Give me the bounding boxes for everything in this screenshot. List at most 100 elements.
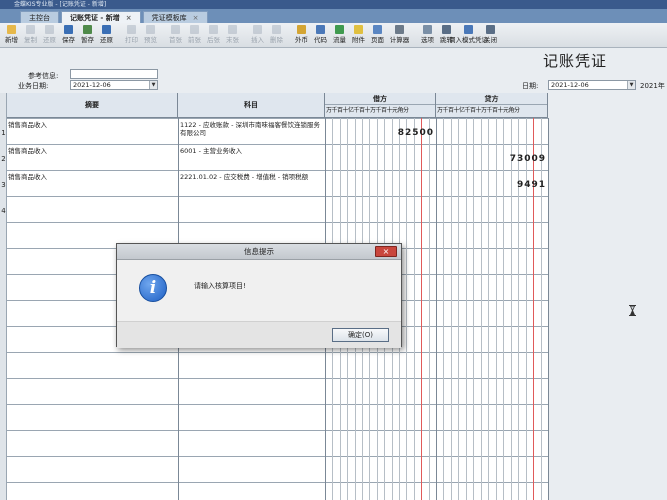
first-icon — [171, 25, 180, 34]
toolbar-button-label: 新增 — [5, 36, 18, 44]
currency-icon — [297, 25, 306, 34]
toolbar-button[interactable]: 页面 — [368, 23, 387, 48]
digit-divider — [533, 118, 534, 500]
toolbar-button-label: 选项 — [421, 36, 434, 44]
attach-icon — [354, 25, 363, 34]
toolbar-button[interactable]: 前张 — [185, 23, 204, 48]
dialog-title-bar: 信息提示 × — [117, 244, 401, 260]
toolbar: 新增 复制 还原 保存 暂存 还原 打印 预览 首张 前张 后张 末张 插入 删除 外币 代码 流量 附件 页面 计算… — [0, 23, 667, 48]
code-icon — [316, 25, 325, 34]
options-icon — [423, 25, 432, 34]
row-number: 2 — [1, 155, 6, 163]
summary-cell[interactable]: 销售商品收入 — [8, 147, 176, 155]
toolbar-button[interactable]: 首张 — [166, 23, 185, 48]
save-icon — [64, 25, 73, 34]
toolbar-button-label: 复制 — [24, 36, 37, 44]
toolbar-button-label: 计算器 — [389, 36, 410, 44]
toolbar-button-label: 预览 — [144, 36, 157, 44]
insert-icon — [253, 25, 262, 34]
col-header-summary: 摘要 — [7, 93, 178, 118]
tab-close-icon[interactable]: × — [193, 14, 199, 22]
chevron-down-icon[interactable]: ▼ — [149, 81, 157, 89]
toolbar-button-label: 附件 — [352, 36, 365, 44]
toolbar-button[interactable]: 删除 — [267, 23, 286, 48]
digit-divider — [421, 118, 422, 500]
toolbar-button[interactable]: 插入 — [248, 23, 267, 48]
tab-close-icon[interactable]: × — [126, 14, 132, 22]
import-template-icon — [464, 25, 473, 34]
calculator-icon — [395, 25, 404, 34]
chevron-down-icon[interactable]: ▼ — [627, 81, 635, 89]
col-header-account: 科目 — [178, 93, 325, 118]
toolbar-button-label: 暂存 — [81, 36, 94, 44]
digit-divider — [481, 118, 482, 500]
account-cell[interactable]: 6001 - 主营业务收入 — [180, 147, 323, 155]
digit-divider — [406, 118, 407, 500]
credit-amount[interactable]: 73009 — [436, 154, 546, 164]
toolbar-button[interactable]: 计算器 — [387, 23, 412, 48]
biz-date-value: 2021-12-06 — [73, 81, 111, 89]
toolbar-button[interactable]: 流量 — [330, 23, 349, 48]
toolbar-button[interactable]: 保存 — [59, 23, 78, 48]
toolbar-button[interactable]: 附件 — [349, 23, 368, 48]
digit-divider — [414, 118, 415, 500]
toolbar-button[interactable]: 代码 — [311, 23, 330, 48]
tab-label: 主控台 — [29, 14, 50, 22]
ref-info-input[interactable] — [70, 69, 158, 79]
jump-icon — [442, 25, 451, 34]
summary-cell[interactable]: 销售商品收入 — [8, 121, 176, 129]
digit-divider — [496, 118, 497, 500]
biz-date-field[interactable]: 2021-12-06 ▼ — [70, 80, 158, 90]
toolbar-button[interactable]: 末张 — [223, 23, 242, 48]
toolbar-button-label: 末张 — [226, 36, 239, 44]
col-header-credit: 贷方 万千百十亿千百十万千百十元角分 — [436, 93, 548, 118]
digit-divider — [526, 118, 527, 500]
tab-voucher-templates[interactable]: 凭证模板库 × — [142, 11, 208, 23]
page-icon — [373, 25, 382, 34]
tab-main-console[interactable]: 主控台 — [20, 11, 59, 23]
debit-amount[interactable]: 82500 — [325, 128, 434, 138]
toolbar-button-label: 后张 — [207, 36, 220, 44]
toolbar-button-label: 关闭 — [484, 36, 497, 44]
voucher-header: 记账凭证 参考信息: 业务日期: 2021-12-06 ▼ 日期: 2021-12… — [0, 48, 667, 93]
tab-bar: 主控台 记账凭证 - 新增 × 凭证模板库 × — [0, 9, 667, 23]
toolbar-button[interactable]: 还原 — [40, 23, 59, 48]
digit-divider — [466, 118, 467, 500]
toolbar-button-label: 页面 — [371, 36, 384, 44]
undo-icon — [45, 25, 54, 34]
toolbar-button[interactable]: 还原 — [97, 23, 116, 48]
toolbar-button[interactable]: 预览 — [141, 23, 160, 48]
dialog-body: i 请输入核算项目! 确定(O) — [117, 260, 401, 348]
ref-info-label: 参考信息: — [28, 72, 59, 80]
digit-divider — [473, 118, 474, 500]
credit-amount[interactable]: 9491 — [436, 180, 546, 190]
dialog-footer: 确定(O) — [117, 321, 401, 348]
account-cell[interactable]: 1122 - 应收账款 - 深圳市南味福客餐饮连锁服务有限公司 — [180, 121, 323, 138]
tab-voucher-new[interactable]: 记账凭证 - 新增 × — [61, 11, 141, 23]
toolbar-button[interactable]: 暂存 — [78, 23, 97, 48]
toolbar-button[interactable]: 选项 — [418, 23, 437, 48]
toolbar-button-label: 流量 — [333, 36, 346, 44]
account-cell[interactable]: 2221.01.02 - 应交税费 - 增值税 - 销项税额 — [180, 173, 323, 190]
restore-icon — [102, 25, 111, 34]
prev-icon — [190, 25, 199, 34]
date-field[interactable]: 2021-12-06 ▼ — [548, 80, 636, 90]
toolbar-button[interactable]: 调入模式凭证 — [449, 23, 488, 48]
digit-divider — [503, 118, 504, 500]
ok-button[interactable]: 确定(O) — [332, 328, 389, 342]
dialog-close-button[interactable]: × — [375, 246, 397, 257]
stash-icon — [83, 25, 92, 34]
col-header-debit: 借方 万千百十亿千百十万千百十元角分 — [325, 93, 436, 118]
toolbar-button[interactable]: 打印 — [122, 23, 141, 48]
digit-divider — [541, 118, 542, 500]
toolbar-button[interactable]: 复制 — [21, 23, 40, 48]
dialog-title: 信息提示 — [244, 247, 274, 256]
window-title: 金蝶KIS专业版 - [记账凭证 - 新增] — [0, 0, 667, 9]
toolbar-button[interactable]: 外币 — [292, 23, 311, 48]
new-icon — [7, 25, 16, 34]
toolbar-button[interactable]: 关闭 — [481, 23, 500, 48]
info-icon: i — [139, 274, 167, 302]
toolbar-button[interactable]: 新增 — [2, 23, 21, 48]
summary-cell[interactable]: 销售商品收入 — [8, 173, 176, 181]
toolbar-button[interactable]: 后张 — [204, 23, 223, 48]
